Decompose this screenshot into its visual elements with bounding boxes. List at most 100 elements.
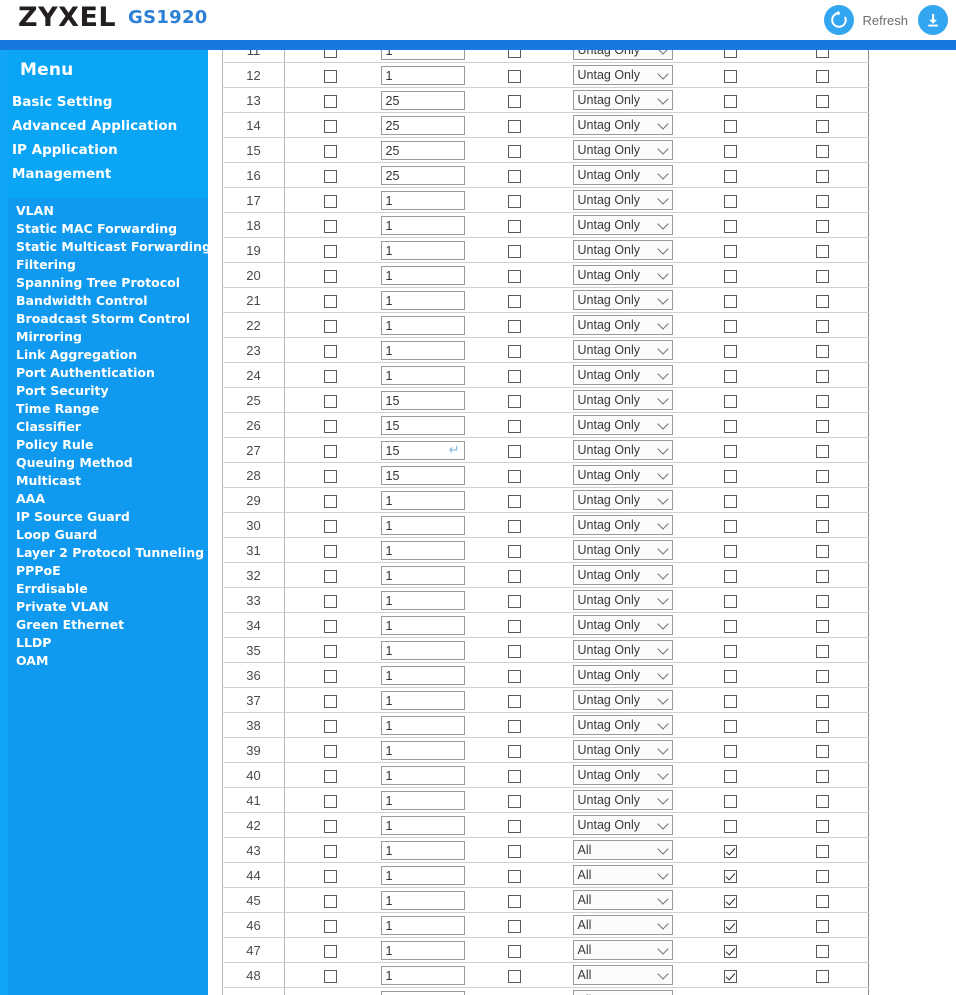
menu-item-1[interactable]: Advanced Application <box>8 114 200 138</box>
pvid-input[interactable]: 1 <box>380 590 465 610</box>
pvid-input[interactable]: 1 <box>380 290 465 310</box>
acceptable-frame-type-select[interactable]: Untag Only <box>572 565 673 585</box>
gvrp-checkbox[interactable] <box>508 794 521 808</box>
vlan-trunking-checkbox[interactable] <box>724 69 737 83</box>
isolation-checkbox[interactable] <box>815 544 829 558</box>
acceptable-frame-type-select[interactable]: Untag Only <box>572 465 673 485</box>
ingress-check-checkbox[interactable] <box>324 544 338 558</box>
acceptable-frame-type-select[interactable]: Untag Only <box>572 665 673 685</box>
isolation-checkbox[interactable] <box>815 469 829 483</box>
pvid-input[interactable]: 1 <box>380 665 465 685</box>
pvid-input[interactable]: 1 <box>380 615 465 635</box>
ingress-check-checkbox[interactable] <box>324 194 338 208</box>
isolation-checkbox[interactable] <box>815 169 829 183</box>
gvrp-checkbox[interactable] <box>508 444 521 458</box>
acceptable-frame-type-select[interactable]: All <box>572 890 673 910</box>
pvid-input[interactable]: 1 <box>380 640 465 660</box>
ingress-check-checkbox[interactable] <box>324 669 338 683</box>
gvrp-checkbox[interactable] <box>508 294 521 308</box>
sidebar-item-link-aggregation[interactable]: Link Aggregation <box>8 346 208 364</box>
ingress-check-checkbox[interactable] <box>324 644 338 658</box>
isolation-checkbox[interactable] <box>815 869 829 883</box>
pvid-input[interactable]: 1 <box>380 815 465 835</box>
ingress-check-checkbox[interactable] <box>324 869 338 883</box>
gvrp-checkbox[interactable] <box>508 919 521 933</box>
gvrp-checkbox[interactable] <box>508 819 521 833</box>
isolation-checkbox[interactable] <box>815 244 829 258</box>
isolation-checkbox[interactable] <box>815 669 829 683</box>
ingress-check-checkbox[interactable] <box>324 50 338 58</box>
acceptable-frame-type-select[interactable]: Untag Only <box>572 290 673 310</box>
acceptable-frame-type-select[interactable]: Untag Only <box>572 815 673 835</box>
acceptable-frame-type-select[interactable]: Untag Only <box>572 65 673 85</box>
sidebar-item-loop-guard[interactable]: Loop Guard <box>8 526 208 544</box>
isolation-checkbox[interactable] <box>815 569 829 583</box>
gvrp-checkbox[interactable] <box>508 869 521 883</box>
acceptable-frame-type-select[interactable]: Untag Only <box>572 590 673 610</box>
isolation-checkbox[interactable] <box>815 69 829 83</box>
isolation-checkbox[interactable] <box>815 769 829 783</box>
acceptable-frame-type-select[interactable]: Untag Only <box>572 90 673 110</box>
isolation-checkbox[interactable] <box>815 844 829 858</box>
gvrp-checkbox[interactable] <box>508 519 521 533</box>
isolation-checkbox[interactable] <box>815 269 829 283</box>
vlan-trunking-checkbox[interactable] <box>724 219 737 233</box>
isolation-checkbox[interactable] <box>815 894 829 908</box>
gvrp-checkbox[interactable] <box>508 669 521 683</box>
vlan-trunking-checkbox[interactable] <box>724 844 737 858</box>
sidebar-item-mirroring[interactable]: Mirroring <box>8 328 208 346</box>
gvrp-checkbox[interactable] <box>508 119 521 133</box>
gvrp-checkbox[interactable] <box>508 94 521 108</box>
ingress-check-checkbox[interactable] <box>324 444 338 458</box>
acceptable-frame-type-select[interactable]: All <box>572 915 673 935</box>
vlan-trunking-checkbox[interactable] <box>724 369 737 383</box>
gvrp-checkbox[interactable] <box>508 469 521 483</box>
sidebar-item-time-range[interactable]: Time Range <box>8 400 208 418</box>
ingress-check-checkbox[interactable] <box>324 619 338 633</box>
acceptable-frame-type-select[interactable]: Untag Only <box>572 440 673 460</box>
acceptable-frame-type-select[interactable]: All <box>572 940 673 960</box>
sidebar-item-spanning-tree-protocol[interactable]: Spanning Tree Protocol <box>8 274 208 292</box>
ingress-check-checkbox[interactable] <box>324 719 338 733</box>
ingress-check-checkbox[interactable] <box>324 169 338 183</box>
acceptable-frame-type-select[interactable]: Untag Only <box>572 540 673 560</box>
acceptable-frame-type-select[interactable]: Untag Only <box>572 615 673 635</box>
vlan-trunking-checkbox[interactable] <box>724 444 737 458</box>
ingress-check-checkbox[interactable] <box>324 269 338 283</box>
sidebar-item-bandwidth-control[interactable]: Bandwidth Control <box>8 292 208 310</box>
acceptable-frame-type-select[interactable]: Untag Only <box>572 265 673 285</box>
isolation-checkbox[interactable] <box>815 294 829 308</box>
vlan-trunking-checkbox[interactable] <box>724 819 737 833</box>
ingress-check-checkbox[interactable] <box>324 69 338 83</box>
vlan-trunking-checkbox[interactable] <box>724 319 737 333</box>
ingress-check-checkbox[interactable] <box>324 819 338 833</box>
gvrp-checkbox[interactable] <box>508 419 521 433</box>
ingress-check-checkbox[interactable] <box>324 319 338 333</box>
acceptable-frame-type-select[interactable]: Untag Only <box>572 50 673 60</box>
isolation-checkbox[interactable] <box>815 369 829 383</box>
pvid-input[interactable]: 1 <box>380 865 465 885</box>
sidebar-item-oam[interactable]: OAM <box>8 652 208 670</box>
ingress-check-checkbox[interactable] <box>324 294 338 308</box>
acceptable-frame-type-select[interactable]: Untag Only <box>572 415 673 435</box>
acceptable-frame-type-select[interactable]: Untag Only <box>572 515 673 535</box>
pvid-input[interactable]: 1 <box>380 965 465 985</box>
menu-item-2[interactable]: IP Application <box>8 138 200 162</box>
vlan-trunking-checkbox[interactable] <box>724 669 737 683</box>
gvrp-checkbox[interactable] <box>508 844 521 858</box>
isolation-checkbox[interactable] <box>815 494 829 508</box>
pvid-input[interactable]: 1 <box>380 265 465 285</box>
acceptable-frame-type-select[interactable]: Untag Only <box>572 790 673 810</box>
ingress-check-checkbox[interactable] <box>324 694 338 708</box>
pvid-input[interactable]: 25 <box>380 90 465 110</box>
pvid-input[interactable]: 25 <box>380 140 465 160</box>
refresh-label[interactable]: Refresh <box>862 13 908 28</box>
ingress-check-checkbox[interactable] <box>324 419 338 433</box>
vlan-trunking-checkbox[interactable] <box>724 744 737 758</box>
pvid-input[interactable]: 1 <box>380 315 465 335</box>
isolation-checkbox[interactable] <box>815 119 829 133</box>
acceptable-frame-type-select[interactable]: Untag Only <box>572 190 673 210</box>
gvrp-checkbox[interactable] <box>508 269 521 283</box>
sidebar-item-aaa[interactable]: AAA <box>8 490 208 508</box>
gvrp-checkbox[interactable] <box>508 319 521 333</box>
